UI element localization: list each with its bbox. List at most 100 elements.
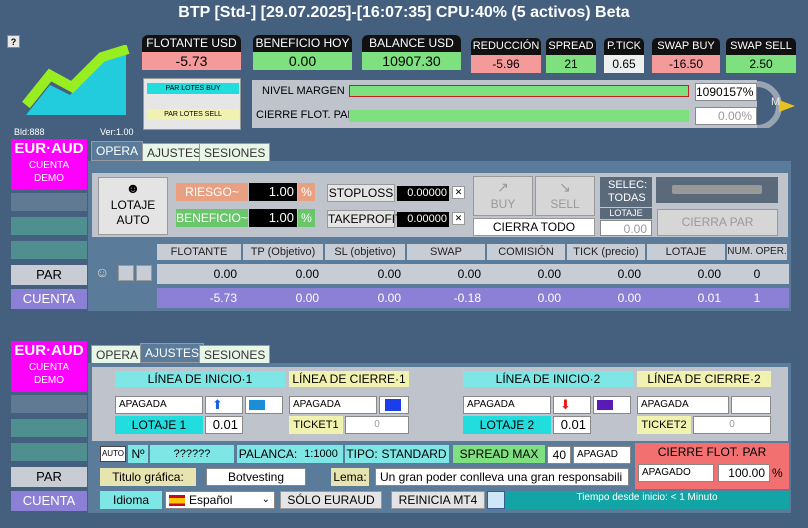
side-block: [11, 241, 87, 259]
par-comision: 0.00: [537, 267, 561, 281]
stoploss-clear-button[interactable]: ✕: [452, 186, 465, 199]
arrow-down-right-icon: ↘: [559, 179, 571, 195]
beneficio-label: BENEFICIO~: [176, 209, 248, 227]
color-picker-3[interactable]: [593, 396, 631, 414]
tab-sesiones[interactable]: SESIONES: [199, 143, 271, 163]
idioma-dropdown[interactable]: Español ⌄: [165, 491, 275, 509]
margin-value: 1090157%: [695, 83, 757, 101]
takeprofit-clear-button[interactable]: ✕: [452, 212, 465, 225]
beneficio-pct: %: [298, 209, 315, 227]
auto-button[interactable]: AUTO: [100, 446, 126, 462]
arrow-up-icon[interactable]: ⬆: [205, 396, 243, 414]
cuenta-row-label: CUENTA: [11, 289, 87, 309]
sell-button[interactable]: ↘ SELL: [535, 176, 595, 216]
col-tick: TICK (precio): [567, 244, 645, 260]
spread-max-label: SPREAD MAX: [453, 445, 545, 463]
spread-max-value[interactable]: 40: [547, 446, 571, 464]
reinicia-button[interactable]: REINICIA MT4: [391, 491, 485, 509]
arrow-down-icon[interactable]: ⬇: [553, 396, 591, 414]
stat-label: P.TICK: [604, 38, 644, 55]
robot-icon: ☻: [125, 180, 141, 196]
color-picker-4[interactable]: [731, 396, 771, 414]
inicio1-dropdown[interactable]: APAGADA: [115, 396, 203, 414]
mini-buttons: [118, 265, 156, 281]
stat-label: SPREAD: [546, 38, 596, 55]
tipo-value: STANDARD: [379, 445, 449, 463]
cierre-flot-value[interactable]: 100.00: [718, 464, 770, 482]
par-num-oper: 0: [753, 267, 761, 281]
par-tick: 0.00: [617, 267, 641, 281]
cierre2-dropdown[interactable]: APAGADA: [637, 396, 729, 414]
par-label-2: PAR: [11, 467, 87, 487]
inicio2-dropdown[interactable]: APAGADA: [463, 396, 551, 414]
stat-value: 21: [546, 55, 596, 73]
color-picker-1[interactable]: [245, 396, 283, 414]
buy-button[interactable]: ↗ BUY: [473, 176, 533, 216]
cierre1-dropdown[interactable]: APAGADA: [289, 396, 377, 414]
riesgo-label: RIESGO~: [176, 183, 248, 201]
margin-label: NIVEL MARGEN: [262, 85, 345, 97]
lotes-buy-button[interactable]: PAR LOTES BUY: [147, 83, 239, 94]
lema-input[interactable]: Un gran poder conlleva una gran responsa…: [375, 468, 629, 486]
inicio1-label: LÍNEA DE INICIO·1: [115, 371, 285, 387]
cuenta-lotaje: 0.01: [697, 291, 721, 305]
riesgo-value[interactable]: 1.00: [249, 183, 297, 201]
stoploss-value[interactable]: 0.00000: [397, 186, 449, 201]
stat-value: 0.00: [253, 52, 352, 70]
help-button[interactable]: ?: [7, 35, 20, 48]
lotaje-value[interactable]: 0.00: [600, 220, 652, 236]
stat-value: 0.65: [604, 55, 644, 73]
tab-ajustes[interactable]: AJUSTES: [142, 143, 207, 163]
progress-box: [487, 491, 505, 509]
lotes-panel: PAR LOTES BUY PAR LOTES SELL: [143, 78, 241, 130]
riesgo-pct: %: [298, 183, 315, 201]
stat-flotante: FLOTANTE USD -5.73: [142, 35, 241, 70]
stat-ptick: P.TICK 0.65: [604, 38, 644, 73]
cierre2-label: LÍNEA DE CIERRE·2: [637, 371, 771, 387]
ticket1-value: 0: [345, 416, 409, 434]
lotaje1-value[interactable]: 0.01: [205, 416, 243, 434]
version-label: Ver:1.00: [100, 127, 134, 137]
stat-swap-sell: SWAP SELL 2.50: [726, 38, 796, 73]
side-block: [11, 419, 87, 437]
cierra-todo-button[interactable]: CIERRA TODO: [473, 218, 595, 236]
lema-label: Lema:: [331, 468, 369, 486]
titulo-label: Titulo gráfica:: [100, 468, 196, 486]
col-tp: TP (Objetivo): [243, 244, 323, 260]
lotaje-auto-button[interactable]: ☻ LOTAJE AUTO: [98, 177, 168, 235]
cierra-par-button[interactable]: CIERRA PAR: [657, 209, 778, 236]
mini-button-icon[interactable]: [136, 265, 152, 281]
tab-opera-2[interactable]: OPERA: [91, 345, 144, 365]
stat-beneficio: BENEFICIO HOY 0.00: [253, 35, 352, 70]
col-lotaje: LOTAJE: [647, 244, 725, 260]
stat-value: 10907.30: [362, 52, 461, 70]
beneficio-value[interactable]: 1.00: [249, 209, 297, 227]
takeprofit-value[interactable]: 0.00000: [397, 212, 449, 227]
arrow-up-right-icon: ↗: [497, 179, 509, 195]
lotes-sell-button[interactable]: PAR LOTES SELL: [147, 109, 239, 120]
close-flot-bar: [349, 110, 689, 122]
titulo-input[interactable]: Botvesting: [206, 468, 306, 486]
takeprofit-button[interactable]: TAKEPROFIT: [327, 210, 402, 228]
spread-max-dropdown[interactable]: APAGAD: [573, 446, 631, 464]
solo-button[interactable]: SÓLO EURAUD: [280, 491, 382, 509]
color-swatch: [249, 400, 265, 410]
stoploss-button[interactable]: STOPLOSS: [327, 184, 395, 202]
color-picker-2[interactable]: [379, 396, 409, 414]
stat-label: REDUCCIÓN: [471, 38, 541, 55]
col-sl: SL (objetivo): [325, 244, 405, 260]
col-num-oper: NUM. OPER.: [727, 244, 787, 260]
tab-ajustes-2[interactable]: AJUSTES: [140, 343, 205, 363]
lotaje2-value[interactable]: 0.01: [553, 416, 591, 434]
num-label: Nº: [128, 445, 148, 463]
selector-slider[interactable]: [656, 177, 778, 203]
side-block: [11, 443, 87, 461]
mini-button-icon[interactable]: [118, 265, 134, 281]
tab-opera[interactable]: OPERA: [91, 141, 144, 161]
margin-panel: NIVEL MARGEN 1090157% CIERRE FLOT. PAR 0…: [252, 80, 757, 128]
lotaje-auto-label: LOTAJE AUTO: [110, 198, 156, 227]
cierre-flot-dropdown[interactable]: APAGADO: [638, 464, 714, 482]
idioma-label: Idioma: [100, 491, 162, 509]
tab-sesiones-2[interactable]: SESIONES: [199, 345, 271, 365]
par-flotante: 0.00: [213, 267, 237, 281]
